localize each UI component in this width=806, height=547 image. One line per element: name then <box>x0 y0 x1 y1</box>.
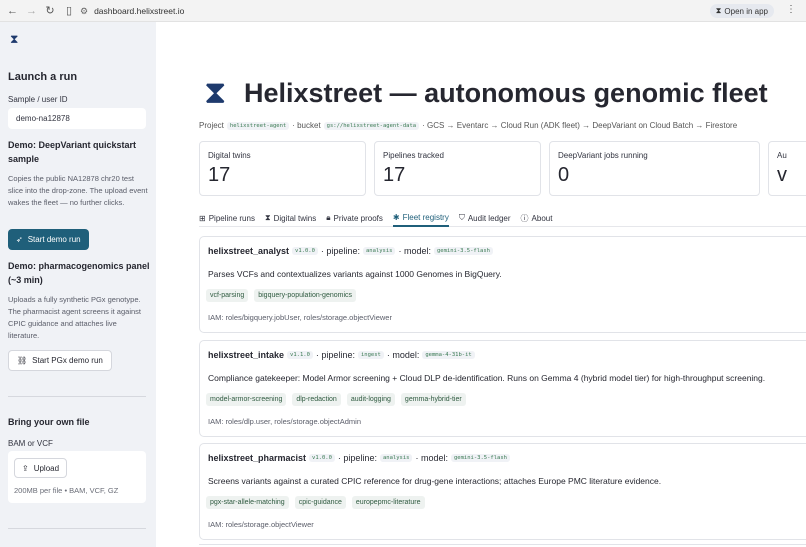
tab-private-proofs[interactable]: 🔒︎ Private proofs <box>326 210 383 226</box>
hourglass-icon: ⧗ <box>715 6 722 15</box>
project-info: Project helixstreet-agent · bucket gs://… <box>199 121 738 130</box>
metric-card: DeepVariant jobs running 0 <box>549 141 760 196</box>
hourglass-icon: ⧗ <box>264 213 271 222</box>
agent-iam: IAM: roles/storage.objectViewer <box>208 520 314 529</box>
demo-pgx-heading: Demo: pharmacogenomics panel (~3 min) <box>8 261 150 285</box>
main-content: ⧗ Helixstreet — autonomous genomic fleet… <box>156 22 806 547</box>
start-pgx-demo-button[interactable]: ⛓ Start PGx demo run <box>8 350 112 371</box>
agent-tags: vcf-parsing bigquery-population-genomics <box>206 289 357 302</box>
back-icon[interactable]: ← <box>7 5 18 17</box>
start-demo-run-button[interactable]: ➶ Start demo run <box>8 229 89 250</box>
agent-model: gemini-3.5-flash <box>450 454 510 462</box>
agent-iam: IAM: roles/dlp.user, roles/storage.objec… <box>208 417 361 426</box>
info-icon: ⓘ <box>520 213 529 223</box>
capability-tag: pgx-star-allele-matching <box>206 496 289 509</box>
sample-label: Sample / user ID <box>8 95 68 104</box>
file-label: BAM or VCF <box>8 439 53 448</box>
more-menu-icon[interactable]: ⋮ <box>786 4 796 15</box>
upload-icon: ⇪ <box>22 463 29 473</box>
sample-id-input[interactable]: demo-na12878 <box>8 108 146 129</box>
demo-deepvariant-text: Copies the public NA12878 chr20 test sli… <box>8 174 148 207</box>
tab-about[interactable]: ⓘ About <box>521 210 553 226</box>
metric-card: Digital twins 17 <box>199 141 366 196</box>
agent-pipeline: analysis <box>362 247 396 255</box>
agent-name: helixstreet_intake <box>208 350 285 360</box>
agent-version: v1.0.0 <box>292 247 318 255</box>
rocket-icon: ➶ <box>16 235 23 244</box>
agent-model: gemini-3.5-flash <box>433 247 493 255</box>
site-settings-icon[interactable]: ⚙ <box>80 6 88 17</box>
tab-fleet-registry[interactable]: ✱ Fleet registry <box>392 210 449 227</box>
tab-digital-twins[interactable]: ⧗ Digital twins <box>265 210 316 226</box>
agent-description: Screens variants against a curated CPIC … <box>208 476 662 486</box>
metric-card: Au v <box>768 141 806 196</box>
agent-card: helixstreet_analyst v1.0.0 · pipeline: a… <box>199 236 806 333</box>
address-bar[interactable]: ⚙ dashboard.helixstreet.io <box>80 3 184 19</box>
agent-pipeline: ingest <box>357 351 384 359</box>
hourglass-icon: ⧗ <box>204 74 227 110</box>
agent-card: helixstreet_intake v1.1.0 · pipeline: in… <box>199 340 806 437</box>
sidebar-divider <box>8 396 146 397</box>
capability-tag: model-armor-screening <box>206 393 287 406</box>
agent-header: helixstreet_intake v1.1.0 · pipeline: in… <box>208 350 475 360</box>
network-icon: ✱ <box>392 213 400 222</box>
tab-bar: ⊞ Pipeline runs ⧗ Digital twins 🔒︎ Private … <box>199 210 806 227</box>
lock-icon: 🔒︎ <box>326 213 331 222</box>
demo-deepvariant-heading: Demo: DeepVariant quickstart sample <box>8 140 137 164</box>
launch-heading: Launch a run <box>8 71 78 83</box>
agent-pipeline: analysis <box>379 454 413 462</box>
agent-version: v1.0.0 <box>309 454 335 462</box>
bucket-id: gs://helixstreet-agent-data <box>323 121 420 130</box>
capability-tag: audit-logging <box>346 393 395 406</box>
capability-tag: cpic-guidance <box>294 496 346 509</box>
reload-icon[interactable]: ↻ <box>45 5 55 17</box>
metric-card: Pipelines tracked 17 <box>374 141 541 196</box>
capability-tag: vcf-parsing <box>206 289 249 302</box>
capability-tag: dlp-redaction <box>292 393 341 406</box>
hourglass-icon: ⧗ <box>10 32 19 46</box>
agent-name: helixstreet_pharmacist <box>208 453 307 463</box>
sidebar: ⧗ Launch a run Sample / user ID demo-na1… <box>0 22 156 547</box>
agent-iam: IAM: roles/bigquery.jobUser, roles/stora… <box>208 313 392 322</box>
agent-header: helixstreet_analyst v1.0.0 · pipeline: a… <box>208 246 493 256</box>
capability-tag: gemma-hybrid-tier <box>400 393 466 406</box>
forward-icon[interactable]: → <box>26 5 37 17</box>
agent-header: helixstreet_pharmacist v1.0.0 · pipeline… <box>208 453 510 463</box>
agent-description: Parses VCFs and contextualizes variants … <box>208 269 502 279</box>
shield-icon: ⛉ <box>458 213 465 222</box>
agent-name: helixstreet_analyst <box>208 246 290 256</box>
byof-heading: Bring your own file <box>8 417 90 427</box>
sidebar-divider <box>8 528 146 529</box>
project-id: helixstreet-agent <box>226 121 290 130</box>
url-text: dashboard.helixstreet.io <box>94 6 185 16</box>
file-dropzone[interactable]: ⇪ Upload 200MB per file • BAM, VCF, GZ <box>8 451 146 503</box>
upload-hint: 200MB per file • BAM, VCF, GZ <box>14 486 119 495</box>
link-icon: ⛓ <box>17 356 28 365</box>
agent-card: helixstreet_pharmacist v1.0.0 · pipeline… <box>199 443 806 540</box>
agent-description: Compliance gatekeeper: Model Armor scree… <box>208 373 766 383</box>
pipeline-flow: · GCS → Eventarc → Cloud Run (ADK fleet)… <box>422 121 738 130</box>
agent-model: gemma-4-31b-it <box>422 351 475 359</box>
capability-tag: europepmc-literature <box>351 496 425 509</box>
agent-version: v1.1.0 <box>287 351 313 359</box>
page-title: Helixstreet — autonomous genomic fleet <box>244 78 768 108</box>
sidebar-toggle-icon[interactable]: ▯ <box>64 5 74 17</box>
tab-pipeline-runs[interactable]: ⊞ Pipeline runs <box>199 210 255 226</box>
capability-tag: bigquery-population-genomics <box>254 289 357 302</box>
open-in-app-button[interactable]: ⧗ Open in app <box>709 4 774 18</box>
metrics-row: Digital twins 17 Pipelines tracked 17 De… <box>199 141 806 196</box>
agent-tags: pgx-star-allele-matching cpic-guidance e… <box>206 496 425 509</box>
upload-button[interactable]: ⇪ Upload <box>14 458 68 478</box>
tab-audit-ledger[interactable]: ⛉ Audit ledger <box>459 210 511 226</box>
agent-tags: model-armor-screening dlp-redaction audi… <box>206 393 466 406</box>
browser-toolbar: ← → ↻ ▯ ⚙ dashboard.helixstreet.io ⧗ Ope… <box>0 0 806 22</box>
demo-pgx-text: Uploads a fully synthetic PGx genotype. … <box>8 295 141 340</box>
grid-icon: ⊞ <box>199 213 206 223</box>
